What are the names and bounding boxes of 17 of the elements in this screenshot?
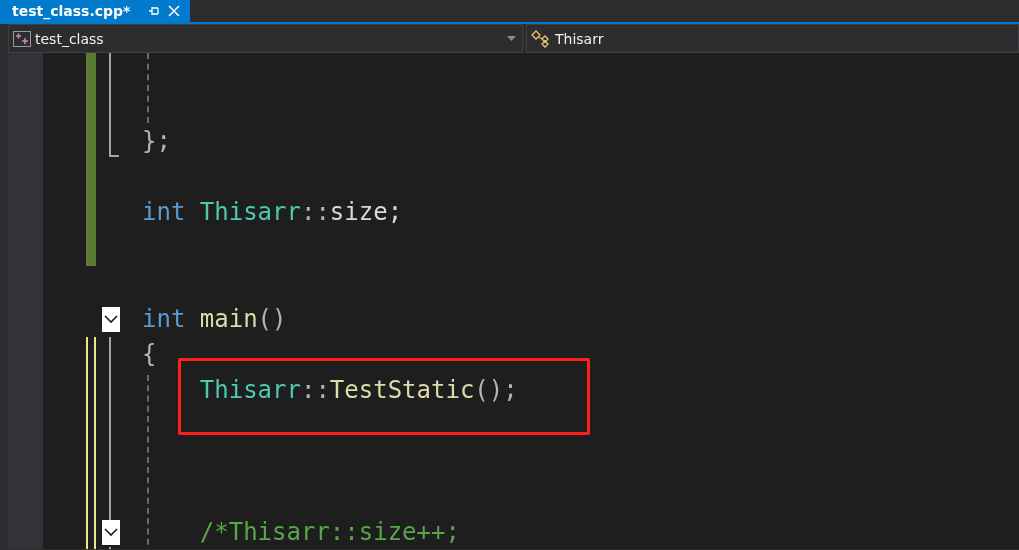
indent-guide xyxy=(147,53,149,123)
dropdown-caret-icon[interactable] xyxy=(507,36,516,41)
file-tab[interactable]: test_class.cpp* xyxy=(0,0,191,22)
close-icon[interactable] xyxy=(168,5,181,17)
collapse-icon[interactable] xyxy=(102,306,120,332)
code-line: int Thisarr::size; xyxy=(142,197,403,229)
code-line: }; xyxy=(142,126,171,158)
pin-icon[interactable] xyxy=(148,5,161,17)
collapse-icon[interactable] xyxy=(102,519,120,545)
code-line: int main() xyxy=(142,303,287,335)
scope-dropdown[interactable]: test_class xyxy=(8,24,523,53)
code-line: { xyxy=(142,339,157,371)
code-line: Thisarr::TestStatic(); xyxy=(198,374,518,406)
code-line: /*Thisarr::size++; xyxy=(198,516,460,548)
class-icon xyxy=(531,29,551,48)
member-dropdown[interactable]: Thisarr xyxy=(526,24,1019,53)
project-icon xyxy=(13,30,31,47)
